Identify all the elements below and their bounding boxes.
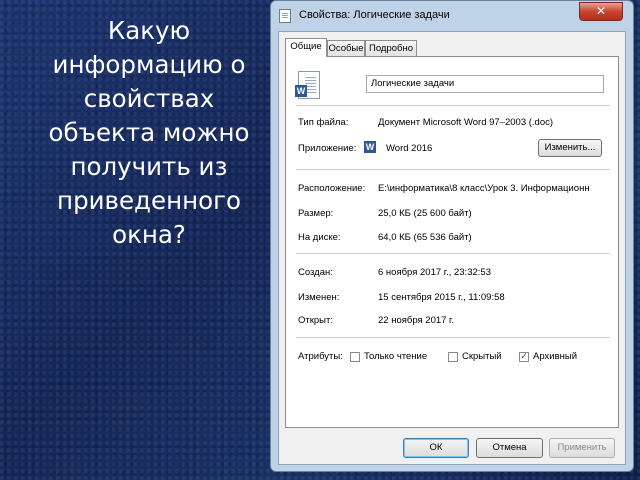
ok-button[interactable]: ОК xyxy=(403,438,469,458)
application-label: Приложение: xyxy=(298,143,357,154)
file-type-label: Тип файла: xyxy=(298,117,349,128)
opened-value: 22 ноября 2017 г. xyxy=(378,315,454,326)
cancel-button[interactable]: Отмена xyxy=(476,438,543,458)
modified-label: Изменен: xyxy=(298,292,340,303)
tab-general[interactable]: Общие xyxy=(285,38,327,57)
tab-special[interactable]: Особые xyxy=(327,40,365,56)
readonly-checkbox[interactable] xyxy=(350,352,360,362)
divider xyxy=(296,169,610,170)
slide-question: Какую информацию о свойствах объекта мож… xyxy=(48,16,250,249)
disk-size-label: На диске: xyxy=(298,232,341,243)
change-app-button[interactable]: Изменить... xyxy=(538,139,602,157)
divider xyxy=(296,105,610,106)
close-button[interactable]: ✕ xyxy=(579,2,623,21)
word-document-icon: W xyxy=(295,71,320,99)
title-bar[interactable]: Свойства: Логические задачи ✕ xyxy=(271,1,633,31)
divider xyxy=(296,337,610,338)
size-value: 25,0 КБ (25 600 байт) xyxy=(378,208,472,219)
disk-size-value: 64,0 КБ (65 536 байт) xyxy=(378,232,472,243)
created-value: 6 ноября 2017 г., 23:32:53 xyxy=(378,267,491,278)
divider xyxy=(296,253,610,254)
tab-details[interactable]: Подробно xyxy=(365,40,417,56)
attributes-label: Атрибуты: xyxy=(298,351,343,362)
file-name-field[interactable]: Логические задачи xyxy=(366,75,604,93)
window-title: Свойства: Логические задачи xyxy=(299,9,450,21)
readonly-label: Только чтение xyxy=(364,351,428,362)
location-value: E:\информатика\8 класс\Урок 3. Информаци… xyxy=(378,183,590,194)
hidden-checkbox[interactable] xyxy=(448,352,458,362)
general-tab-panel: W Логические задачи Тип файла: Документ … xyxy=(285,56,619,428)
hidden-label: Скрытый xyxy=(462,351,502,362)
created-label: Создан: xyxy=(298,267,333,278)
application-value: Word 2016 xyxy=(386,143,433,154)
location-label: Расположение: xyxy=(298,183,366,194)
document-icon xyxy=(279,9,291,23)
properties-dialog: Свойства: Логические задачи ✕ Общие Особ… xyxy=(270,0,634,472)
archive-label: Архивный xyxy=(533,351,577,362)
dialog-body: Общие Особые Подробно W Логические задач… xyxy=(278,31,626,465)
apply-button[interactable]: Применить xyxy=(549,438,615,458)
archive-checkbox[interactable]: ✓ xyxy=(519,352,529,362)
modified-value: 15 сентября 2015 г., 11:09:58 xyxy=(378,292,505,303)
file-type-value: Документ Microsoft Word 97–2003 (.doc) xyxy=(378,117,554,128)
size-label: Размер: xyxy=(298,208,334,219)
opened-label: Открыт: xyxy=(298,315,333,326)
word-app-icon: W xyxy=(364,141,376,153)
